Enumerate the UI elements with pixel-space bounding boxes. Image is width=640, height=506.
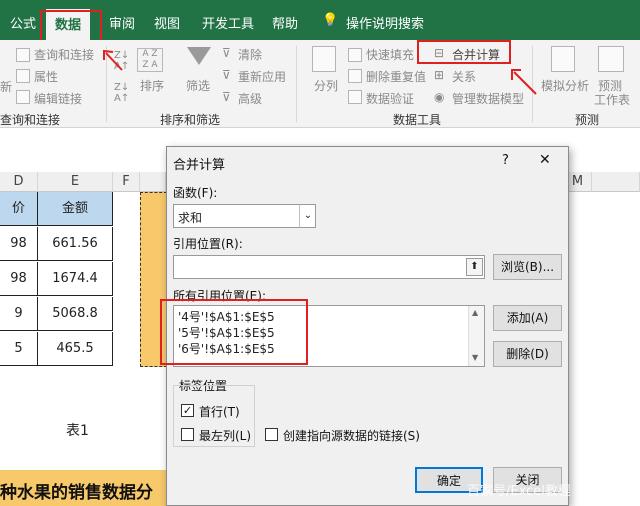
- list-scrollbar[interactable]: ▲ ▼: [468, 306, 484, 366]
- column-header-n[interactable]: [592, 172, 640, 192]
- table-header-price[interactable]: 价: [0, 192, 38, 226]
- arrow-to-data-tab: [105, 52, 123, 71]
- close-icon[interactable]: ✕: [539, 152, 551, 168]
- scroll-down-icon[interactable]: ▼: [472, 353, 478, 362]
- help-button[interactable]: ?: [502, 153, 509, 168]
- left-column-checkbox[interactable]: [181, 428, 194, 441]
- link-source-label: 创建指向源数据的链接(S): [283, 429, 420, 443]
- table-cell[interactable]: 5068.8: [38, 297, 113, 331]
- delete-button[interactable]: 删除(D): [493, 341, 562, 367]
- table-header-amount[interactable]: 金额: [38, 192, 113, 226]
- table-cell[interactable]: 465.5: [38, 332, 113, 366]
- chevron-down-icon[interactable]: ⌄: [299, 205, 316, 227]
- table-caption: 表1: [66, 423, 89, 439]
- add-button[interactable]: 添加(A): [493, 305, 562, 331]
- highlight-box-references: [160, 299, 308, 365]
- dialog-title: 合并计算: [173, 158, 226, 173]
- checkmark-icon: ✓: [182, 404, 193, 417]
- function-label: 函数(F):: [173, 186, 218, 200]
- link-source-checkbox[interactable]: [265, 428, 278, 441]
- scroll-up-icon[interactable]: ▲: [472, 308, 478, 317]
- column-header-f[interactable]: F: [113, 172, 140, 192]
- table-cell[interactable]: 661.56: [38, 227, 113, 261]
- table-cell[interactable]: 98: [0, 227, 38, 261]
- top-row-label: 首行(T): [199, 405, 240, 419]
- left-column-label: 最左列(L): [199, 429, 252, 443]
- column-header-e[interactable]: E: [38, 172, 113, 192]
- watermark-text: 百家号/Excel教程: [467, 484, 571, 499]
- table-cell[interactable]: 1674.4: [38, 262, 113, 296]
- reference-label: 引用位置(R):: [173, 237, 243, 251]
- table-cell[interactable]: 9: [0, 297, 38, 331]
- column-header-g[interactable]: [140, 172, 166, 192]
- function-select[interactable]: 求和 ⌄: [173, 204, 316, 228]
- function-select-value: 求和: [178, 211, 203, 225]
- table-cell[interactable]: 5: [0, 332, 38, 366]
- table-cell[interactable]: 98: [0, 262, 38, 296]
- browse-button[interactable]: 浏览(B)...: [493, 254, 562, 280]
- collapse-dialog-icon[interactable]: ⬆: [466, 258, 483, 276]
- sheet-title-text: 种水果的销售数据分: [0, 483, 153, 503]
- column-header-d[interactable]: D: [0, 172, 38, 192]
- top-row-checkbox[interactable]: ✓: [181, 404, 194, 417]
- reference-input[interactable]: ⬆: [173, 255, 485, 279]
- arrow-to-consolidate: [513, 71, 537, 95]
